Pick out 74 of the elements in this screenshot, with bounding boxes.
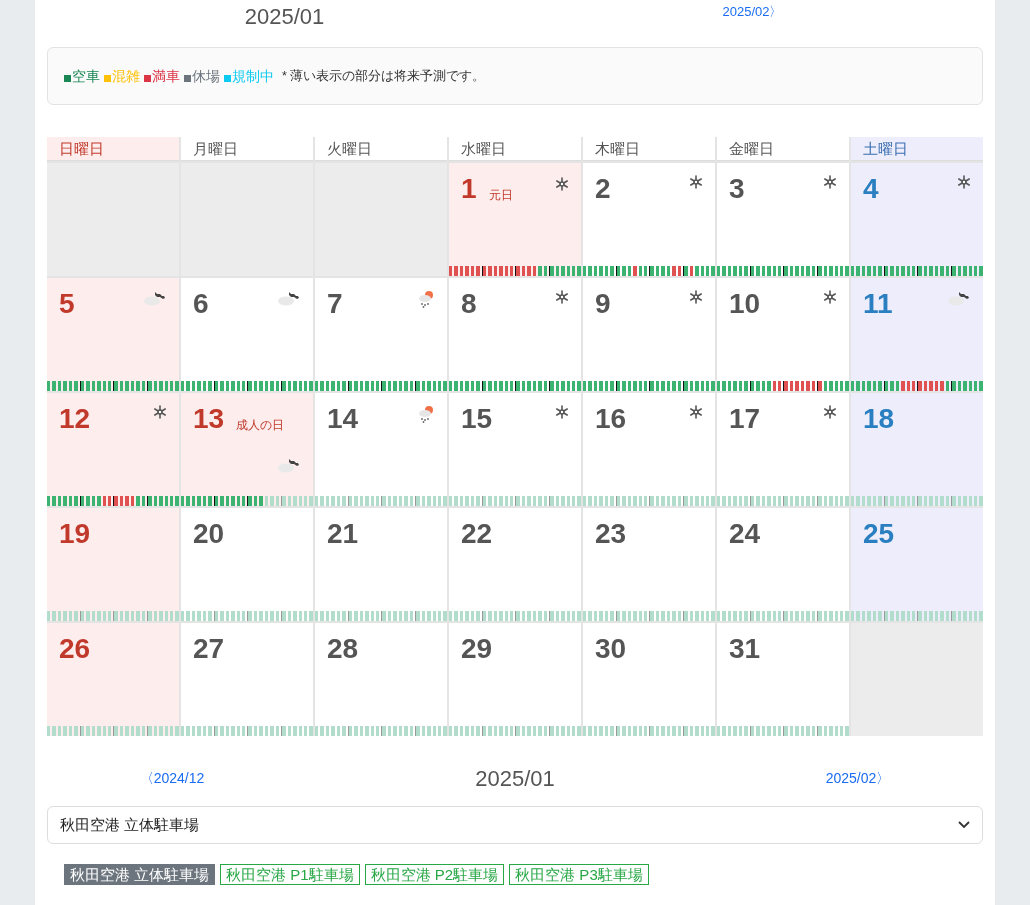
holiday-name: 成人の日 bbox=[236, 417, 285, 434]
day-number: 11 bbox=[863, 287, 893, 321]
parking-lot-tab[interactable]: 秋田空港 P3駐車場 bbox=[509, 864, 649, 885]
day-number: 1 bbox=[461, 172, 477, 206]
parking-lot-tab[interactable]: 秋田空港 P1駐車場 bbox=[220, 864, 360, 885]
month-title: 2025/01 bbox=[475, 764, 555, 793]
sun-cloud-snow-icon bbox=[417, 405, 435, 423]
snowflake-icon bbox=[823, 405, 837, 419]
day-number: 22 bbox=[461, 517, 493, 551]
next-month-link[interactable]: 2025/02〉 bbox=[825, 767, 891, 789]
weekday-header: 木曜日 bbox=[583, 137, 715, 161]
cloud-icon bbox=[277, 457, 301, 473]
snowflake-icon bbox=[689, 290, 703, 304]
snowflake-icon bbox=[555, 405, 569, 419]
day-number: 31 bbox=[729, 632, 761, 666]
day-number: 17 bbox=[729, 402, 761, 436]
day-number: 29 bbox=[461, 632, 493, 666]
day-number: 9 bbox=[595, 287, 611, 321]
snowflake-icon bbox=[555, 177, 569, 191]
day-number: 12 bbox=[59, 402, 91, 436]
next-month-link[interactable]: 2025/02〉 bbox=[722, 2, 783, 22]
month-title: 2025/01 bbox=[244, 2, 325, 31]
day-number: 10 bbox=[729, 287, 761, 321]
day-number: 14 bbox=[327, 402, 359, 436]
snowflake-icon bbox=[689, 175, 703, 189]
legend-label: 休場 bbox=[192, 66, 220, 86]
legend-label: 混雑 bbox=[112, 66, 140, 86]
cloud-icon bbox=[277, 290, 301, 306]
prev-month-link[interactable]: 〈2024/12 bbox=[139, 767, 205, 789]
day-number: 26 bbox=[59, 632, 91, 666]
day-number: 2 bbox=[595, 172, 611, 206]
weekday-header: 土曜日 bbox=[851, 137, 983, 161]
weekday-header: 金曜日 bbox=[717, 137, 849, 161]
day-number: 25 bbox=[863, 517, 895, 551]
day-number: 16 bbox=[595, 402, 627, 436]
legend-note: * 薄い表示の部分は将来予測です。 bbox=[282, 67, 486, 85]
weekday-header: 日曜日 bbox=[47, 137, 179, 161]
day-number: 18 bbox=[863, 402, 895, 436]
legend-label: 規制中 bbox=[232, 66, 274, 86]
day-number: 7 bbox=[327, 287, 343, 321]
chevron-down-icon bbox=[958, 821, 970, 829]
cloud-icon bbox=[143, 290, 167, 306]
day-number: 4 bbox=[863, 172, 879, 206]
day-number: 20 bbox=[193, 517, 225, 551]
legend-label: 空車 bbox=[72, 66, 100, 86]
snowflake-icon bbox=[957, 175, 971, 189]
sun-cloud-snow-icon bbox=[417, 290, 435, 308]
parking-lot-tab[interactable]: 秋田空港 P2駐車場 bbox=[364, 864, 505, 885]
day-number: 24 bbox=[729, 517, 761, 551]
day-number: 6 bbox=[193, 287, 209, 321]
day-number: 5 bbox=[59, 287, 75, 321]
day-number: 27 bbox=[193, 632, 225, 666]
day-number: 23 bbox=[595, 517, 627, 551]
parking-select[interactable]: 秋田空港 立体駐車場 bbox=[47, 806, 983, 844]
day-number: 3 bbox=[729, 172, 745, 206]
holiday-name: 元日 bbox=[488, 187, 513, 204]
day-number: 15 bbox=[461, 402, 493, 436]
cloud-icon bbox=[947, 290, 971, 306]
weekday-header: 火曜日 bbox=[315, 137, 447, 161]
day-number: 13 bbox=[193, 402, 225, 436]
day-number: 8 bbox=[461, 287, 477, 321]
weekday-header: 月曜日 bbox=[181, 137, 313, 161]
snowflake-icon bbox=[689, 405, 703, 419]
snowflake-icon bbox=[823, 290, 837, 304]
snowflake-icon bbox=[823, 175, 837, 189]
snowflake-icon bbox=[555, 290, 569, 304]
day-number: 28 bbox=[327, 632, 359, 666]
day-number: 30 bbox=[595, 632, 627, 666]
snowflake-icon bbox=[153, 405, 167, 419]
legend-label: 満車 bbox=[152, 66, 180, 86]
weekday-header: 水曜日 bbox=[449, 137, 581, 161]
parking-lot-tab[interactable]: 秋田空港 立体駐車場 bbox=[64, 864, 216, 885]
day-number: 19 bbox=[59, 517, 91, 551]
day-number: 21 bbox=[327, 517, 359, 551]
